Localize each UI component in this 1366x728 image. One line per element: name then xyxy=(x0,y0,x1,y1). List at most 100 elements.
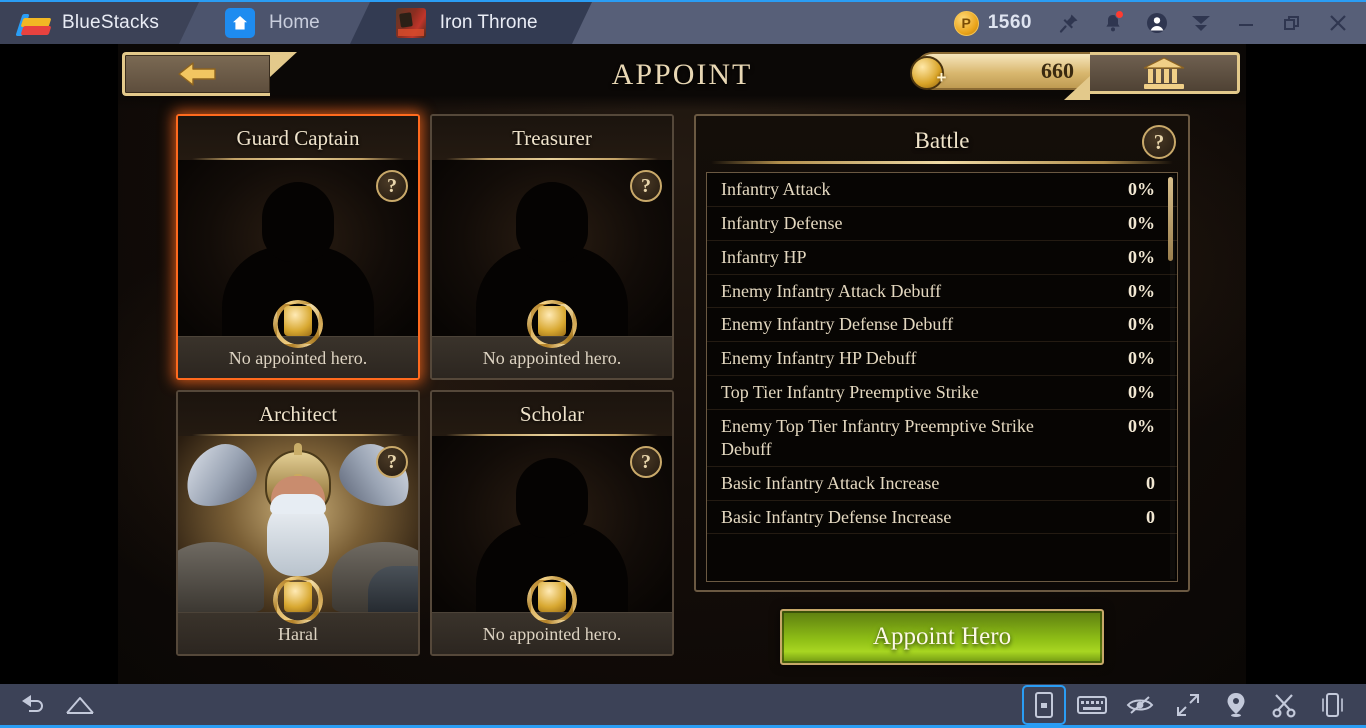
tab-iron-throne-label: Iron Throne xyxy=(439,12,538,33)
pin-icon[interactable] xyxy=(1048,1,1090,45)
back-nav-icon[interactable] xyxy=(14,687,54,723)
minimize-button[interactable] xyxy=(1224,1,1268,45)
battle-stat-value: 0% xyxy=(1128,382,1155,403)
shake-device-icon[interactable] xyxy=(1312,687,1352,723)
battle-stat-value: 0 xyxy=(1146,472,1155,493)
notification-badge xyxy=(1115,10,1124,19)
battle-stat-value: 0% xyxy=(1128,416,1155,437)
titlebar: BlueStacks Home Iron Throne P 1560 xyxy=(0,0,1366,44)
bluestacks-logo-icon xyxy=(15,10,52,36)
device-rotate-icon[interactable] xyxy=(1022,684,1066,725)
tab-iron-throne[interactable]: Iron Throne xyxy=(349,2,592,44)
hero-card-guard-captain[interactable]: Guard Captain ? No appointed hero. xyxy=(176,114,420,380)
back-button[interactable] xyxy=(122,52,297,96)
fullscreen-icon[interactable] xyxy=(1168,687,1208,723)
game-viewport: APPOINT + 660 Guard Captain ? No appoint… xyxy=(0,44,1366,684)
hero-card-title: Treasurer xyxy=(432,116,672,160)
bank-icon xyxy=(1143,57,1184,89)
gold-add-icon[interactable]: + xyxy=(933,69,950,87)
hero-card-title: Scholar xyxy=(432,392,672,436)
bluestacks-window: BlueStacks Home Iron Throne P 1560 APPOI… xyxy=(0,0,1366,728)
hero-card-scholar[interactable]: Scholar ? No appointed hero. xyxy=(430,390,674,656)
hero-card-help-icon[interactable]: ? xyxy=(630,446,662,478)
battle-stat-label: Top Tier Infantry Preemptive Strike xyxy=(721,382,979,403)
hero-card-treasurer[interactable]: Treasurer ? No appointed hero. xyxy=(430,114,674,380)
battle-stats-panel: Battle ? Infantry Attack 0% Infantry Defen… xyxy=(694,114,1190,592)
hero-card-help-icon[interactable]: ? xyxy=(376,446,408,478)
bank-button[interactable] xyxy=(1064,52,1240,100)
hero-card-row-bottom: Architect ? Haral Scholar ? No appointed… xyxy=(176,390,682,656)
battle-stat-row: Basic Infantry Defense Increase 0 xyxy=(707,501,1177,535)
more-menu-icon[interactable] xyxy=(1180,1,1222,45)
battle-stat-row: Enemy Infantry Attack Debuff 0% xyxy=(707,275,1177,309)
hero-card-title: Architect xyxy=(178,392,418,436)
bottombar-left-group xyxy=(0,687,100,723)
scissors-icon[interactable] xyxy=(1264,687,1304,723)
battle-stat-row: Basic Infantry Attack Increase 0 xyxy=(707,467,1177,501)
game-header: APPOINT + 660 xyxy=(118,44,1246,110)
back-arrow-icon xyxy=(177,62,216,86)
keyboard-icon[interactable] xyxy=(1072,687,1112,723)
battle-stat-label: Basic Infantry Attack Increase xyxy=(721,472,940,493)
battle-stat-row: Enemy Infantry Defense Debuff 0% xyxy=(707,308,1177,343)
battle-stat-value: 0% xyxy=(1128,314,1155,335)
titlebar-actions: P 1560 xyxy=(940,2,1366,44)
eye-slash-icon[interactable] xyxy=(1120,687,1160,723)
points-counter[interactable]: P 1560 xyxy=(940,10,1046,36)
battle-panel-title: Battle xyxy=(696,116,1188,166)
battle-stat-label: Enemy Top Tier Infantry Preemptive Strik… xyxy=(721,416,1034,459)
hero-card-architect[interactable]: Architect ? Haral xyxy=(176,390,420,656)
book-badge-icon xyxy=(527,576,577,624)
battle-stat-row: Top Tier Infantry Preemptive Strike 0% xyxy=(707,376,1177,411)
battle-stat-value: 0 xyxy=(1146,506,1155,527)
scales-badge-icon xyxy=(527,300,577,348)
battle-stat-label: Enemy Infantry Attack Debuff xyxy=(721,280,942,301)
points-value: 1560 xyxy=(987,12,1032,33)
hero-card-row-top: Guard Captain ? No appointed hero. Treas… xyxy=(176,114,682,380)
home-icon xyxy=(225,8,256,38)
close-button[interactable] xyxy=(1316,1,1360,45)
stats-scrollbar-track[interactable] xyxy=(1168,175,1175,579)
shield-badge-icon xyxy=(273,300,323,348)
battle-stat-value: 0% xyxy=(1128,246,1155,267)
home-nav-icon[interactable] xyxy=(60,687,100,723)
battle-stat-label: Infantry Attack xyxy=(721,179,831,199)
battle-stat-label: Infantry Defense xyxy=(721,212,843,233)
battle-stat-value: 0% xyxy=(1128,179,1155,199)
battle-stat-value: 0% xyxy=(1128,212,1155,233)
battle-stat-label: Infantry HP xyxy=(721,246,807,267)
game-stage: APPOINT + 660 Guard Captain ? No appoint… xyxy=(118,44,1246,684)
tab-home-label: Home xyxy=(269,12,320,33)
hero-card-help-icon[interactable]: ? xyxy=(630,170,662,202)
battle-stat-row: Infantry Defense 0% xyxy=(707,207,1177,241)
bottombar-right-group xyxy=(1022,684,1366,725)
battle-help-icon[interactable]: ? xyxy=(1142,125,1176,159)
bottombar xyxy=(0,684,1366,728)
hero-card-grid: Guard Captain ? No appointed hero. Treas… xyxy=(176,114,682,666)
battle-stat-value: 0% xyxy=(1128,348,1155,369)
battle-stat-row: Infantry HP 0% xyxy=(707,241,1177,275)
coin-icon: P xyxy=(953,10,979,36)
battle-stat-value: 0% xyxy=(1128,280,1155,301)
tab-home[interactable]: Home xyxy=(179,2,374,44)
appoint-hero-button[interactable]: Appoint Hero xyxy=(780,609,1104,665)
user-account-icon[interactable] xyxy=(1136,1,1178,45)
bluestacks-brand: BlueStacks xyxy=(0,2,207,44)
stats-scrollbar-thumb[interactable] xyxy=(1168,177,1173,261)
battle-stat-row: Enemy Infantry HP Debuff 0% xyxy=(707,342,1177,377)
battle-stats-list[interactable]: Infantry Attack 0% Infantry Defense 0% Infan… xyxy=(707,173,1177,581)
restore-button[interactable] xyxy=(1270,1,1314,45)
appoint-hero-label: Appoint Hero xyxy=(872,623,1012,650)
battle-stat-row: Enemy Top Tier Infantry Preemptive Strik… xyxy=(707,410,1177,467)
hero-card-title: Guard Captain xyxy=(178,116,418,160)
bluestacks-brand-label: BlueStacks xyxy=(62,12,160,33)
battle-stat-row: Infantry Attack 0% xyxy=(707,173,1177,207)
hero-card-help-icon[interactable]: ? xyxy=(376,170,408,202)
game-app-icon xyxy=(395,8,426,38)
hammer-badge-icon xyxy=(273,576,323,624)
battle-stat-label: Enemy Infantry Defense Debuff xyxy=(721,314,954,335)
battle-stat-label: Basic Infantry Defense Increase xyxy=(721,506,952,527)
location-pin-icon[interactable] xyxy=(1216,687,1256,723)
notifications-bell-icon[interactable] xyxy=(1092,1,1134,45)
battle-stats-box: Infantry Attack 0% Infantry Defense 0% Infan… xyxy=(706,172,1178,582)
